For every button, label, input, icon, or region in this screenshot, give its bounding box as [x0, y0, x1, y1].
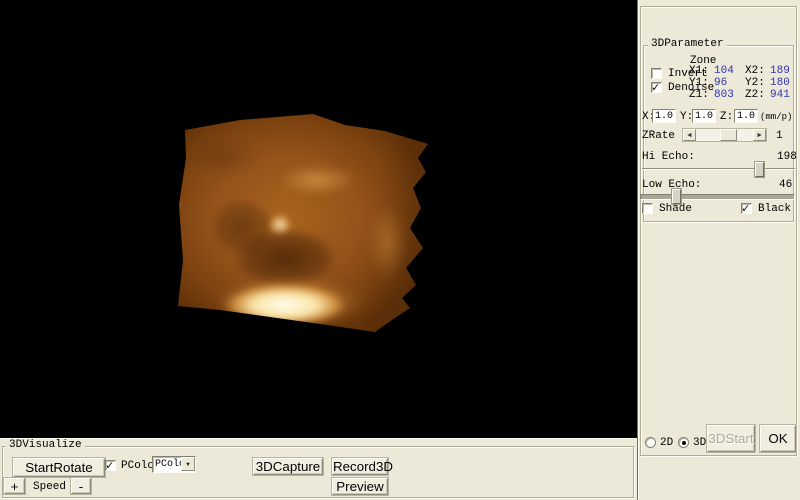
zone-x1-value: 104 — [714, 66, 745, 77]
parameter-group-title: 3DParameter — [648, 39, 727, 50]
scale-y-input[interactable] — [692, 109, 716, 123]
zone-y2-value: 180 — [770, 78, 793, 89]
zone-z2-label: Z2: — [745, 90, 770, 101]
zone-z1-label: Z1: — [689, 90, 714, 101]
speed-plus-button[interactable]: + — [4, 478, 25, 494]
scale-z-input[interactable] — [734, 109, 758, 123]
control-panel: 3DParameter Invert Denoise Zone X1: 104 … — [637, 0, 800, 500]
low-echo-thumb[interactable] — [672, 189, 681, 204]
zone-y1-value: 96 — [714, 78, 745, 89]
3d-viewport[interactable] — [0, 0, 637, 438]
dropdown-arrow-icon[interactable]: ▼ — [181, 457, 195, 471]
record3d-button[interactable]: Record3D — [332, 458, 388, 475]
zrate-label: ZRate — [642, 130, 675, 142]
zrate-left-arrow-icon[interactable]: ◄ — [683, 129, 696, 141]
zone-x2-value: 189 — [770, 66, 793, 77]
low-echo-slider[interactable] — [640, 194, 795, 200]
start-rotate-button[interactable]: StartRotate — [13, 458, 105, 477]
pcolor-dropdown[interactable]: PColor ▼ — [152, 456, 196, 473]
ok-button[interactable]: OK — [760, 425, 796, 452]
radio-2d-label: 2D — [660, 437, 673, 449]
zrate-thumb[interactable] — [720, 129, 737, 141]
hi-echo-thumb[interactable] — [755, 162, 764, 177]
pcolor-checkbox[interactable] — [105, 460, 116, 471]
zone-z2-value: 941 — [770, 90, 793, 101]
3dstart-button[interactable]: 3DStart — [707, 425, 755, 452]
scale-z-label: Z: — [720, 111, 733, 123]
zone-values: X1: 104 X2: 189 Y1: 96 Y2: 180 Z1: 803 Z… — [689, 66, 793, 101]
scale-unit-label: (mm/p) — [760, 111, 792, 123]
3dcapture-button[interactable]: 3DCapture — [253, 458, 323, 475]
shade-checkbox[interactable] — [642, 203, 653, 214]
visualize-bar: 3DVisualize StartRotate + Speed - PColor… — [0, 438, 637, 500]
black-checkbox[interactable] — [741, 203, 752, 214]
zone-z1-value: 803 — [714, 90, 745, 101]
radio-2d[interactable] — [645, 437, 656, 448]
preview-button[interactable]: Preview — [332, 478, 388, 495]
black-label: Black — [758, 203, 791, 215]
radio-3d[interactable] — [678, 437, 689, 448]
hi-echo-label: Hi Echo: — [642, 151, 695, 163]
denoise-checkbox[interactable] — [651, 82, 662, 93]
hi-echo-value: 198 — [777, 151, 797, 163]
zrate-right-arrow-icon[interactable]: ► — [753, 129, 766, 141]
ultrasound-volume-render — [170, 110, 432, 340]
zone-x1-label: X1: — [689, 66, 714, 77]
zrate-scrollbar[interactable]: ◄ ► — [682, 128, 767, 142]
zone-y1-label: Y1: — [689, 78, 714, 89]
scale-x-input[interactable] — [652, 109, 676, 123]
radio-3d-label: 3D — [693, 437, 706, 449]
ultrasound-texture — [162, 102, 440, 348]
hi-echo-slider[interactable] — [642, 168, 795, 170]
zrate-value: 1 — [776, 130, 783, 142]
speed-label: Speed — [33, 481, 66, 493]
zone-y2-label: Y2: — [745, 78, 770, 89]
speed-minus-button[interactable]: - — [71, 478, 91, 494]
visualize-group-title: 3DVisualize — [6, 440, 85, 451]
shade-label: Shade — [659, 203, 692, 215]
zone-x2-label: X2: — [745, 66, 770, 77]
invert-checkbox[interactable] — [651, 68, 662, 79]
low-echo-value: 46 — [779, 179, 792, 191]
